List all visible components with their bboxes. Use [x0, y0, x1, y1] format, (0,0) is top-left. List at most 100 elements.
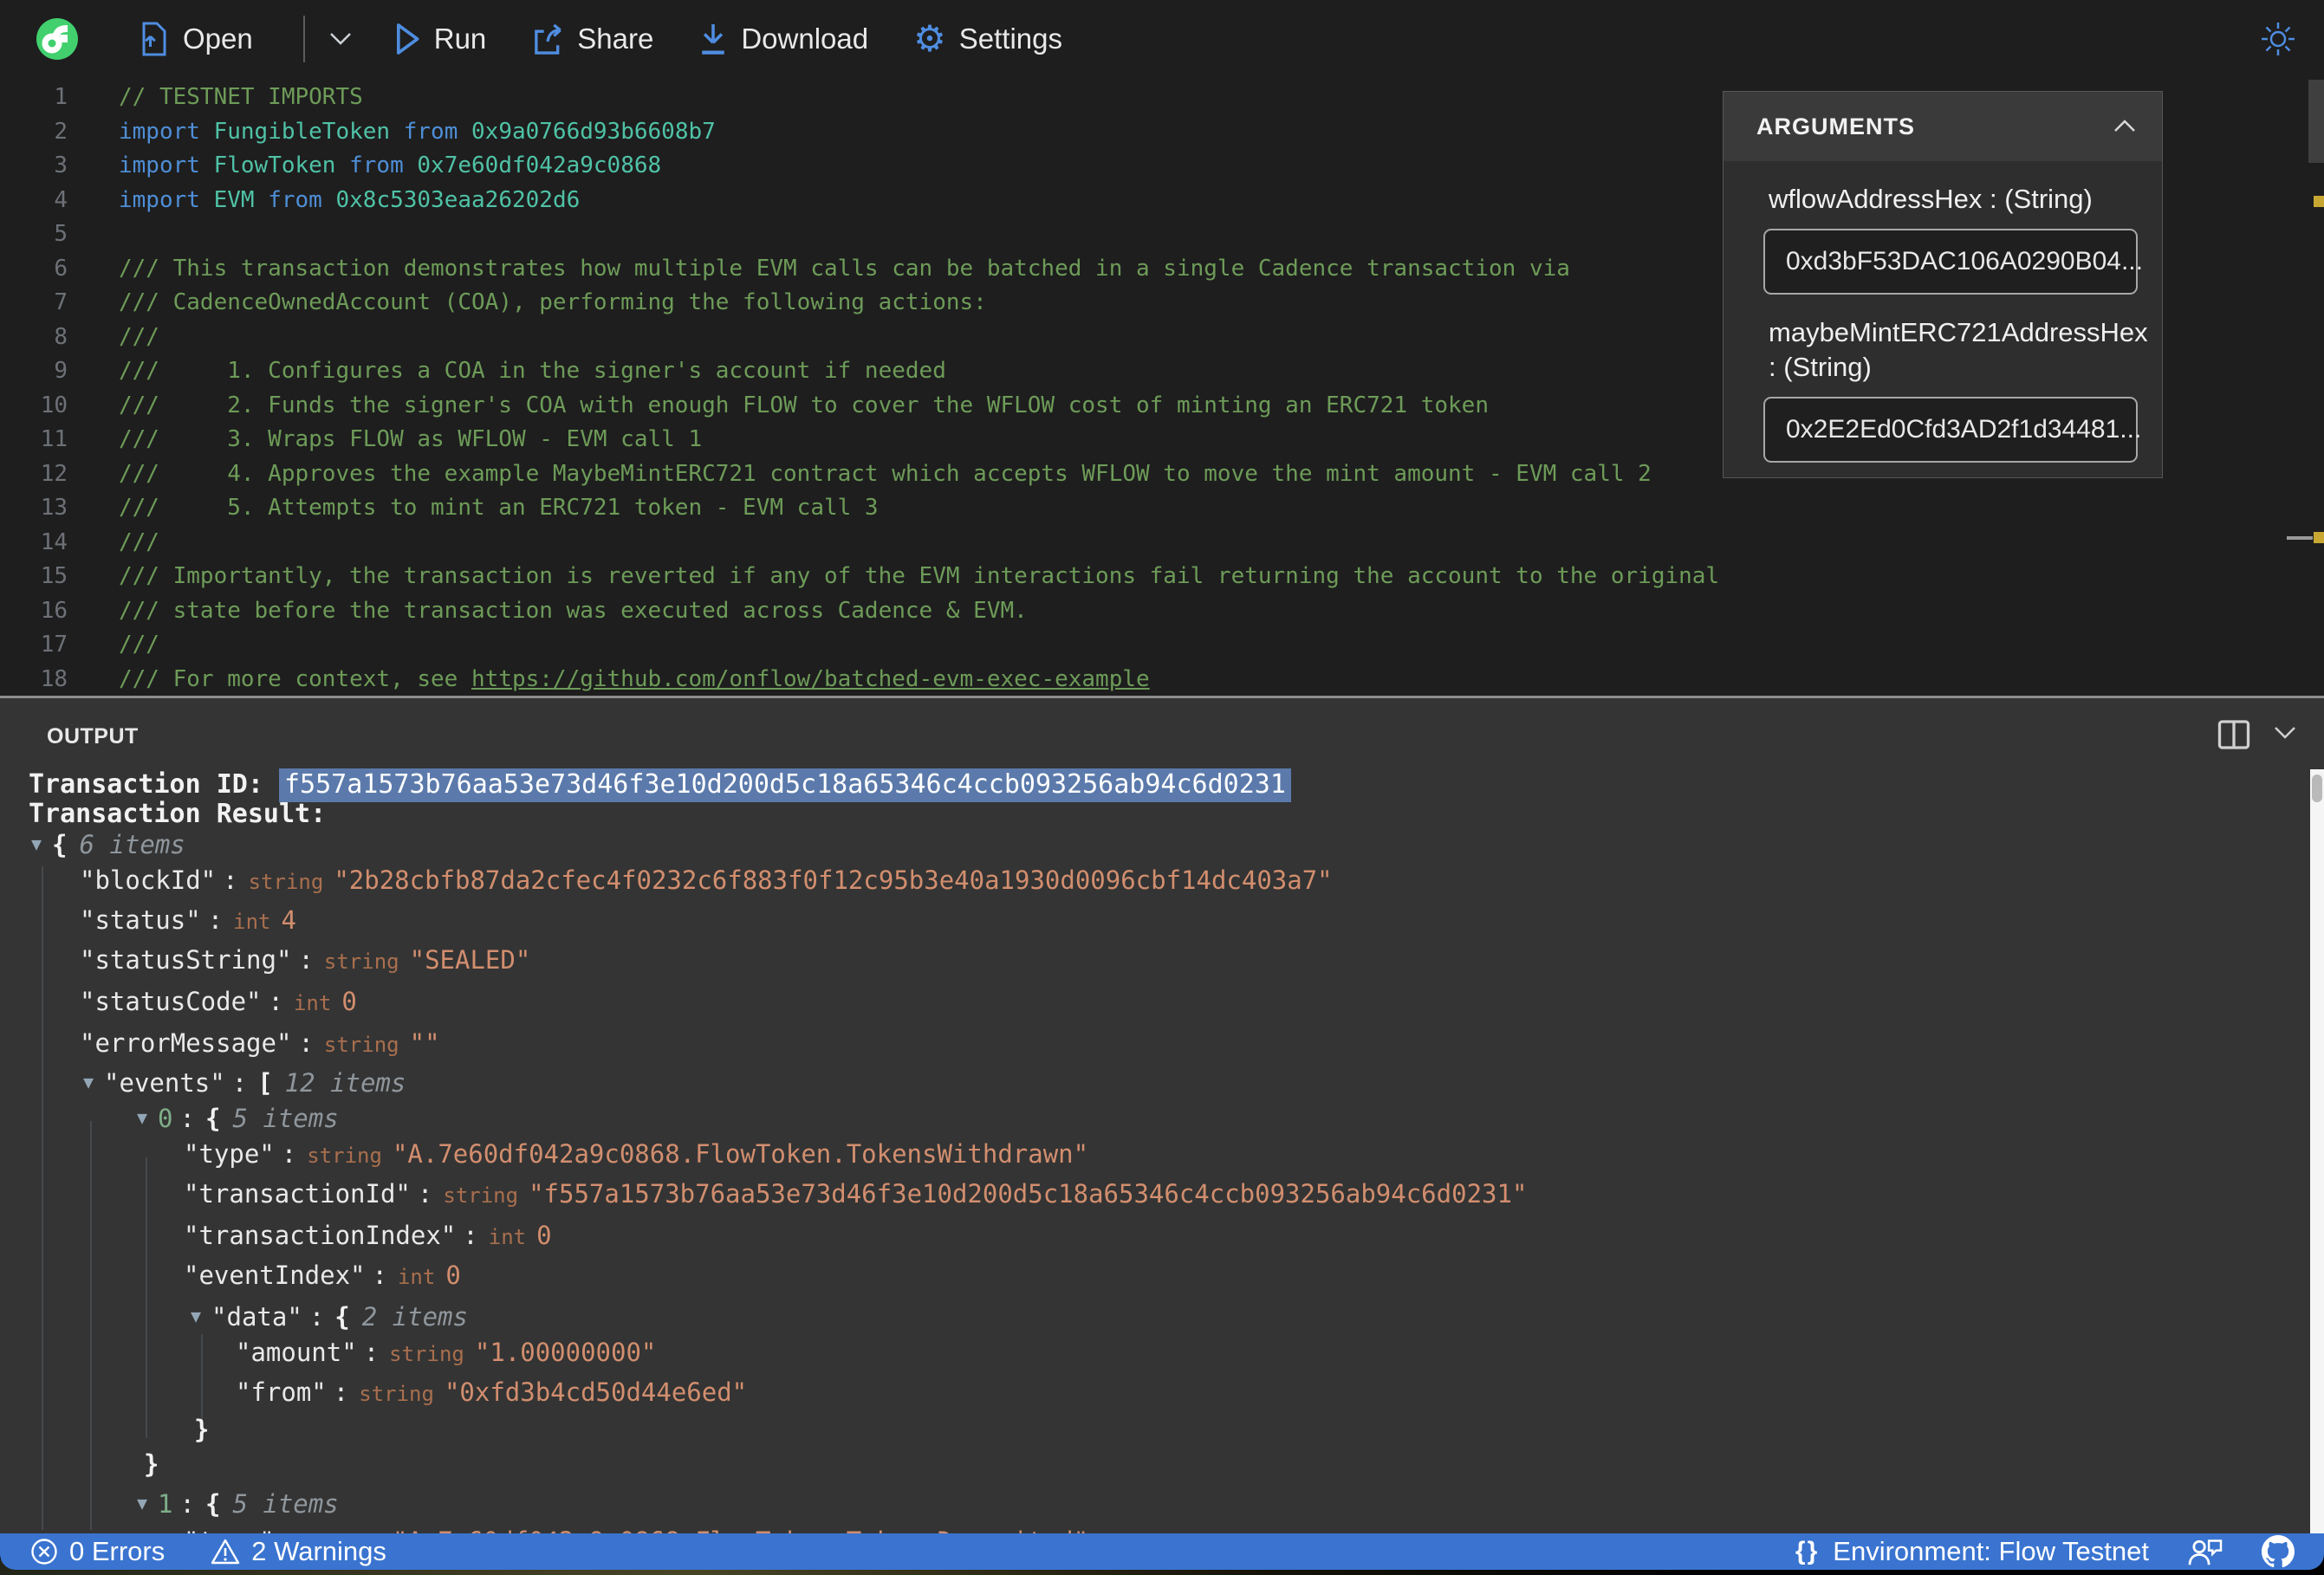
code-token: FlowToken: [213, 152, 350, 178]
code-line: 13 /// 5. Attempts to mint an ERC721 toke…: [0, 491, 2324, 526]
errors-label: 0 Errors: [69, 1536, 166, 1566]
json-row: "status": int 4: [80, 900, 296, 941]
code-token: // TESTNET IMPORTS: [119, 84, 363, 110]
json-token: 2 items: [361, 1302, 468, 1332]
json-row: ▼ 0: {5 items: [137, 1099, 339, 1139]
json-token: int: [293, 991, 332, 1015]
arguments-header[interactable]: ARGUMENTS: [1724, 92, 2162, 161]
json-row: ▼ 1: {5 items: [137, 1484, 339, 1525]
code-token: /// Importantly, the transaction is reve…: [119, 563, 1720, 589]
output-scrollbar-track[interactable]: [2310, 769, 2324, 1533]
line-number: 10: [40, 392, 68, 418]
line-number: 13: [40, 495, 68, 521]
run-label: Run: [433, 23, 487, 55]
code-token: import: [119, 118, 214, 145]
json-row: ▼ {6 items: [31, 825, 185, 865]
code-token: FungibleToken: [213, 118, 404, 145]
environment-label: Environment: Flow Testnet: [1833, 1536, 2149, 1566]
json-token: :: [417, 1179, 433, 1209]
output-scrollbar-thumb[interactable]: [2312, 775, 2322, 802]
json-token: 0: [158, 1104, 173, 1133]
download-label: Download: [741, 23, 869, 55]
json-token: "f557a1573b76aa53e73d46f3e10d200d5c18a65…: [529, 1179, 1528, 1209]
transaction-id-value: f557a1573b76aa53e73d46f3e10d200d5c18a653…: [278, 768, 1291, 802]
overview-ruler-warning-mark: [2314, 196, 2324, 207]
json-token: :: [298, 945, 314, 975]
settings-button[interactable]: ⚙ Settings: [913, 21, 1062, 57]
json-token: "eventIndex": [184, 1261, 366, 1290]
open-button[interactable]: Open: [139, 22, 253, 56]
open-dropdown-caret[interactable]: [326, 29, 355, 49]
json-token: :: [223, 865, 238, 895]
json-token: "type": [184, 1139, 275, 1169]
code-token: ///: [119, 528, 159, 555]
warnings-status[interactable]: 2 Warnings: [210, 1536, 386, 1567]
arguments-panel: ARGUMENTS wflowAddressHex : (String) 0xd…: [1723, 91, 2163, 478]
errors-status[interactable]: 0 Errors: [29, 1536, 165, 1567]
collapse-toggle-icon[interactable]: ▼: [83, 1062, 94, 1103]
line-number: 5: [54, 221, 68, 247]
share-icon: [531, 23, 564, 55]
editor-scrollbar-thumb[interactable]: [2308, 80, 2324, 163]
environment-status[interactable]: {} Environment: Flow Testnet: [1795, 1536, 2149, 1567]
toolbar-divider: [302, 16, 305, 62]
code-token: /// This transaction demonstrates how mu…: [119, 255, 1570, 282]
json-row: "type":string"A.7e60df042a9c0868.FlowTok…: [184, 1521, 1088, 1533]
code-token: import: [119, 186, 214, 213]
chevron-up-icon[interactable]: [2110, 118, 2139, 135]
json-token: :: [363, 1338, 380, 1367]
json-row: }: [144, 1444, 159, 1485]
json-token: "0xfd3b4cd50d44e6ed": [444, 1377, 748, 1407]
output-title: OUTPUT: [47, 724, 139, 749]
json-token: string: [307, 1144, 382, 1168]
json-token: {: [52, 830, 68, 859]
json-token: string: [323, 950, 399, 974]
json-token: :: [298, 1028, 314, 1058]
status-bar-right: {} Environment: Flow Testnet: [1795, 1535, 2295, 1568]
json-token: string: [389, 1342, 464, 1366]
json-token: }: [194, 1415, 210, 1444]
line-number: 1: [54, 84, 68, 110]
line-number: 11: [40, 426, 68, 452]
theme-toggle-sun-icon[interactable]: [2258, 19, 2298, 59]
open-label: Open: [183, 23, 253, 55]
download-button[interactable]: Download: [698, 22, 868, 56]
feedback-person-icon[interactable]: [2187, 1536, 2223, 1567]
json-token: "errorMessage": [80, 1028, 292, 1058]
json-row: "eventIndex": int 0: [184, 1255, 461, 1296]
code-token: from: [403, 118, 472, 145]
share-label: Share: [577, 23, 654, 55]
json-token: 4: [281, 905, 296, 935]
argument-input-wflow[interactable]: 0xd3bF53DAC106A0290B04...: [1763, 229, 2143, 295]
json-row: "statusCode": int 0: [80, 982, 357, 1022]
split-panel-icon[interactable]: [2217, 719, 2251, 750]
json-token: :: [179, 1489, 195, 1519]
code-token: /// 2. Funds the signer's COA with enoug…: [119, 392, 1489, 418]
collapse-toggle-icon[interactable]: ▼: [137, 1483, 147, 1524]
share-button[interactable]: Share: [531, 23, 653, 55]
code-token: ///: [119, 323, 159, 350]
collapse-output-chevron-icon[interactable]: [2269, 723, 2301, 743]
json-token: "": [409, 1028, 440, 1058]
code-link[interactable]: https://github.com/onflow/batched-evm-ex…: [471, 666, 1150, 692]
json-token: string: [443, 1183, 519, 1208]
json-token: "2b28cbfb87da2cfec4f0232c6f883f0f12c95b3…: [334, 865, 1333, 895]
code-token: /// 3. Wraps FLOW as WFLOW - EVM call 1: [119, 426, 703, 452]
collapse-toggle-icon[interactable]: ▼: [191, 1296, 201, 1337]
json-row: "transactionIndex": int 0: [184, 1215, 552, 1256]
transaction-id-label: Transaction ID:: [29, 769, 279, 800]
code-token: from: [349, 152, 418, 178]
collapse-toggle-icon[interactable]: ▼: [137, 1098, 147, 1138]
github-icon[interactable]: [2262, 1535, 2295, 1568]
line-number: 17: [40, 632, 68, 658]
json-token: "SEALED": [409, 945, 531, 975]
run-button[interactable]: Run: [393, 23, 487, 55]
braces-icon: {}: [1795, 1537, 1820, 1565]
json-row: "from": string "0xfd3b4cd50d44e6ed": [236, 1372, 747, 1413]
flow-logo: [36, 18, 78, 60]
flow-runner-window: Open Run Share Download ⚙ Settings 1 // …: [0, 0, 2324, 1570]
argument-input-maybemint[interactable]: 0x2E2Ed0Cfd3AD2f1d34481...: [1763, 397, 2141, 463]
json-row: ▼ "data": {2 items: [191, 1297, 468, 1338]
collapse-toggle-icon[interactable]: ▼: [31, 824, 42, 865]
json-token: 1: [158, 1489, 173, 1519]
